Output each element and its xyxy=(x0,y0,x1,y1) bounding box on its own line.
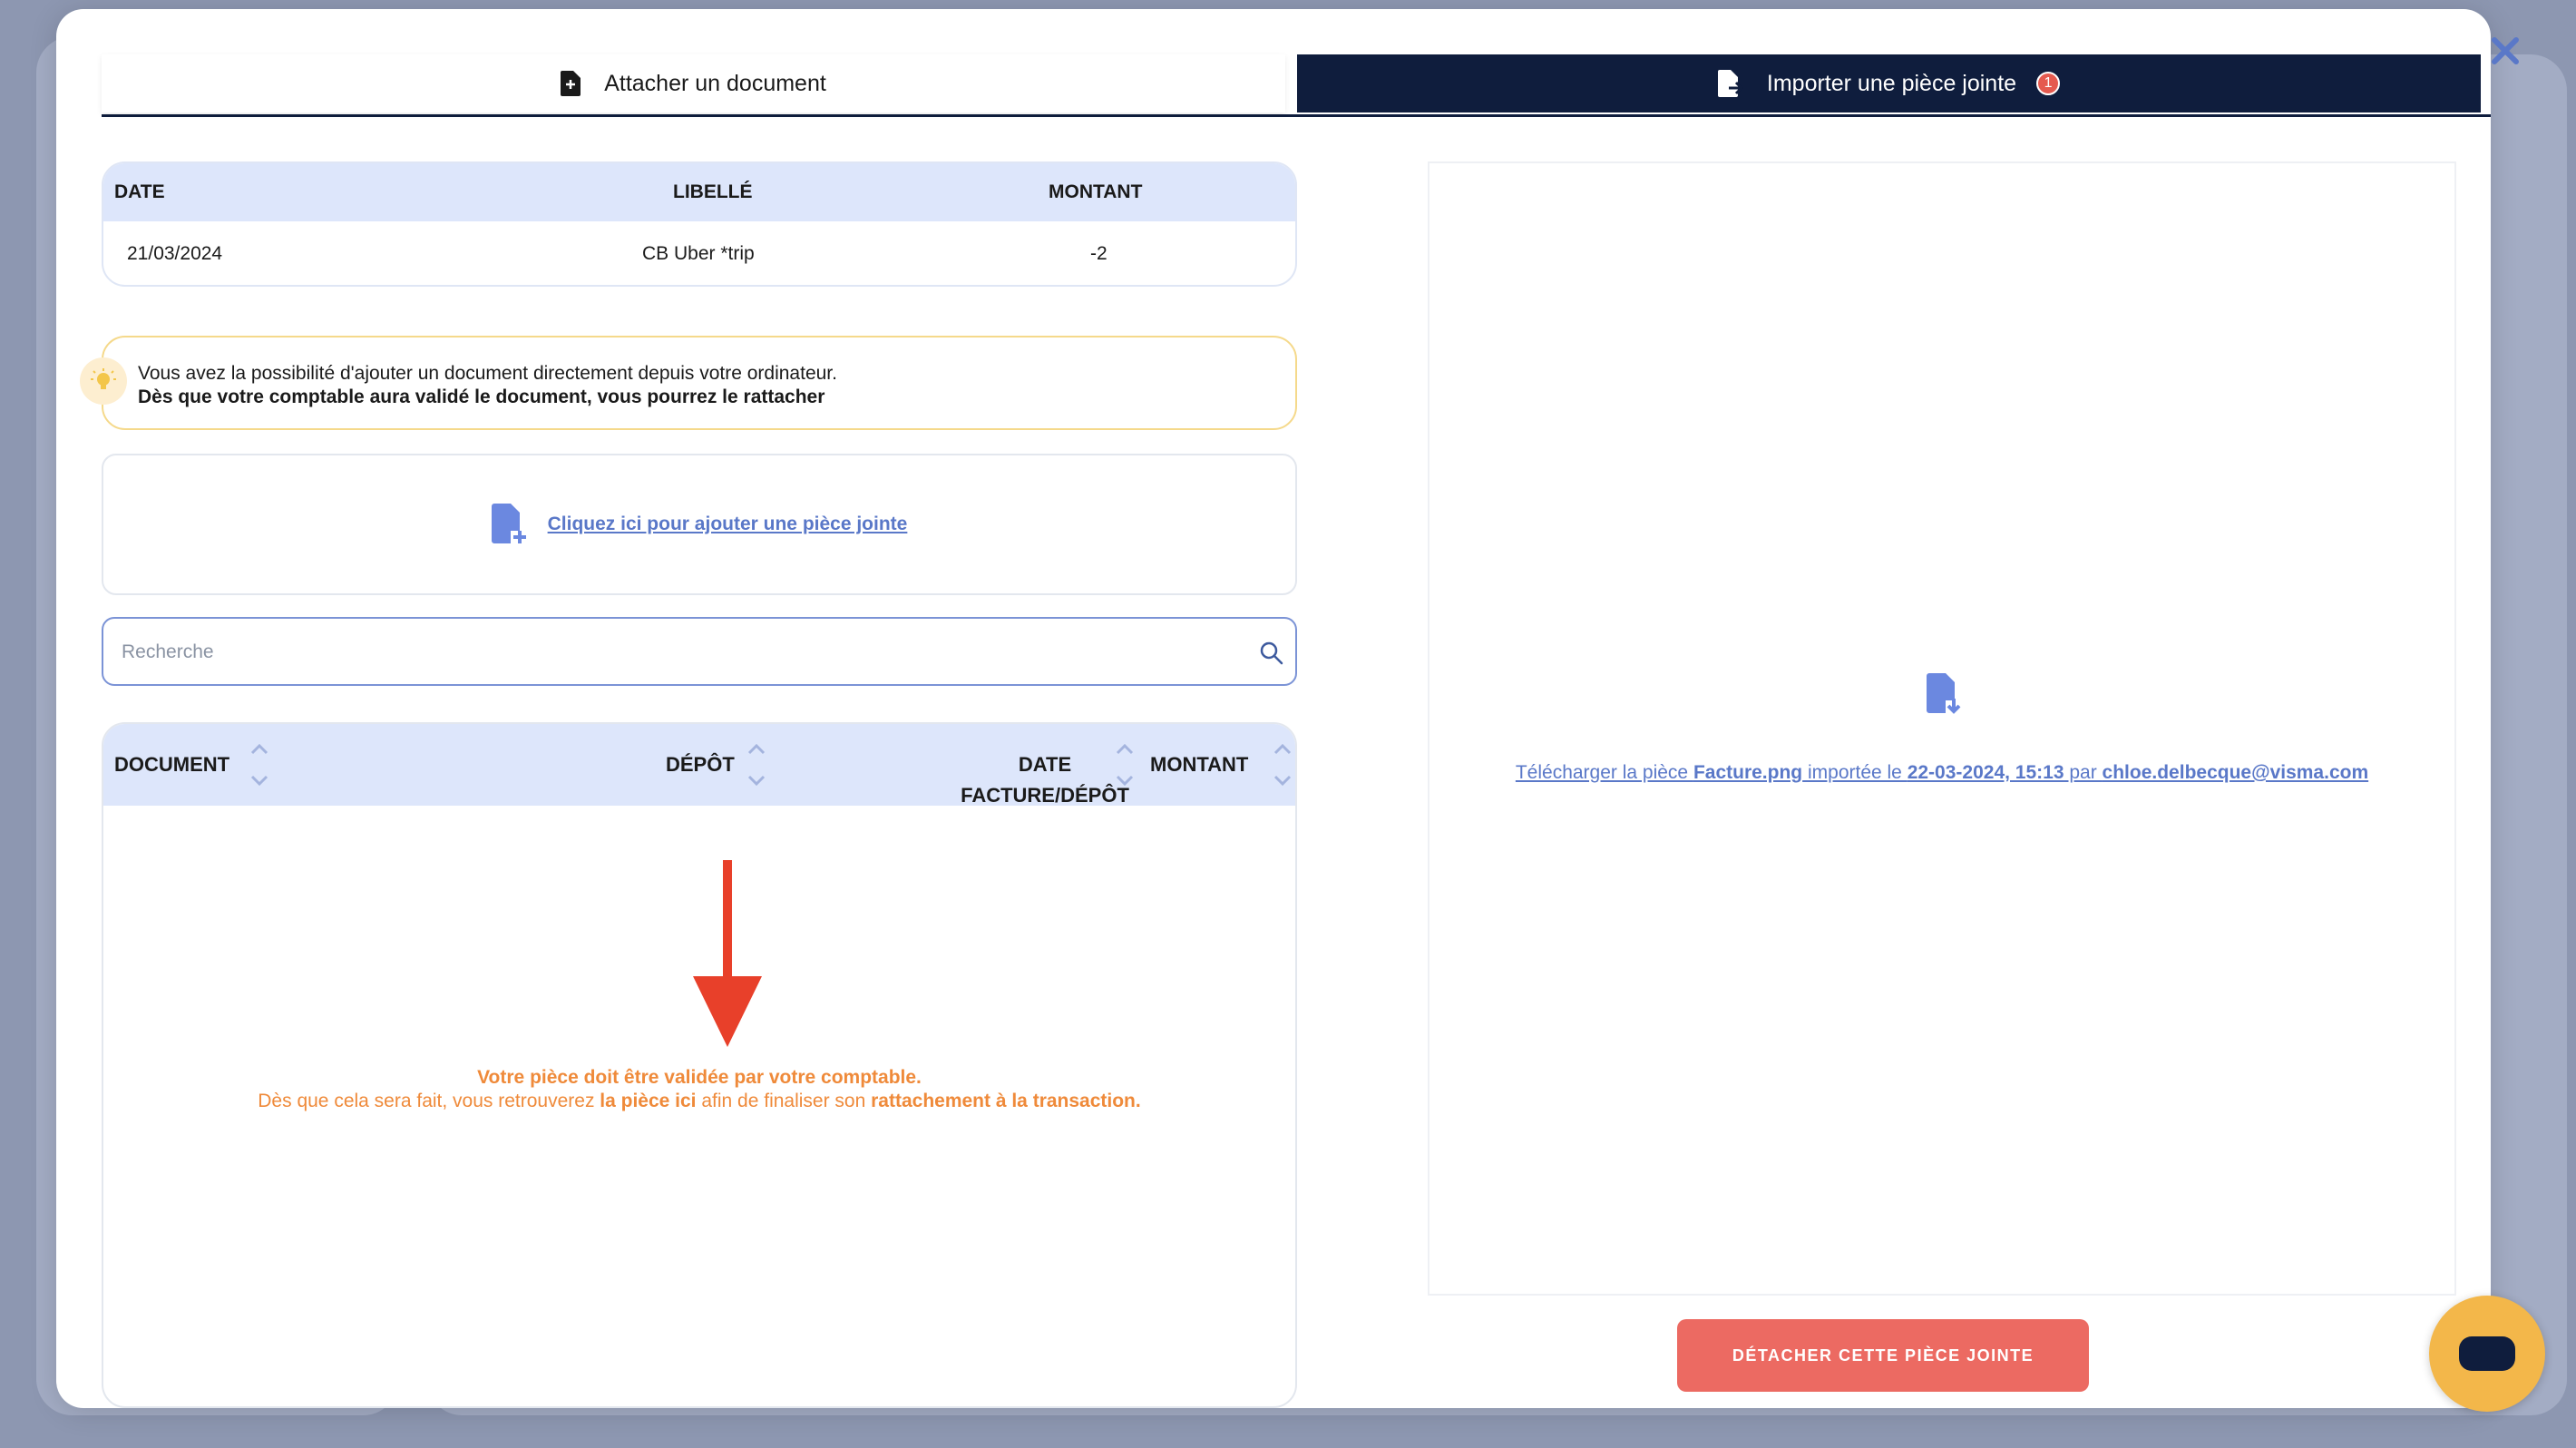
transaction-amount: -2 xyxy=(1090,243,1107,264)
detach-attachment-button[interactable]: DÉTACHER CETTE PIÈCE JOINTE xyxy=(1677,1319,2089,1392)
info-hint-box: Vous avez la possibilité d'ajouter un do… xyxy=(80,336,1297,430)
document-attach-icon xyxy=(561,71,581,96)
sort-icon[interactable] xyxy=(1272,739,1293,791)
header-depot: DÉPÔT xyxy=(666,753,735,776)
attachment-preview-panel xyxy=(1428,161,2456,1296)
sort-icon[interactable] xyxy=(249,739,270,791)
sort-icon[interactable] xyxy=(1114,739,1136,791)
validation-submessage: Dès que cela sera fait, vous retrouverez… xyxy=(258,1091,1141,1111)
transaction-date: 21/03/2024 xyxy=(127,243,223,264)
header-date: DATE xyxy=(114,181,165,202)
table-row: 21/03/2024 CB Uber *trip -2 xyxy=(103,221,1295,285)
download-attachment-link[interactable]: Télécharger la pièce Facture.png importé… xyxy=(1428,762,2456,784)
add-attachment-link[interactable]: Cliquez ici pour ajouter une pièce joint… xyxy=(548,514,908,535)
arrow-down-icon xyxy=(693,860,762,1047)
transaction-table-header: DATE LIBELLÉ MONTANT xyxy=(103,163,1295,221)
documents-table-header: DOCUMENT DÉPÔT DATE FACTURE/DÉPÔT MONTAN… xyxy=(103,724,1295,807)
tab-attach-document[interactable]: Attacher un document xyxy=(102,54,1285,113)
chat-button[interactable] xyxy=(2429,1296,2545,1412)
validation-message: Votre pièce doit être validée par votre … xyxy=(477,1067,922,1088)
lightbulb-icon xyxy=(80,357,127,405)
upload-dropzone[interactable]: Cliquez ici pour ajouter une pièce joint… xyxy=(102,454,1297,595)
header-date-line2: FACTURE/DÉPÔT xyxy=(961,784,1129,807)
hint-text: Vous avez la possibilité d'ajouter un do… xyxy=(138,363,837,384)
transaction-table: DATE LIBELLÉ MONTANT 21/03/2024 CB Uber … xyxy=(102,161,1297,287)
header-document: DOCUMENT xyxy=(114,753,230,776)
file-add-icon xyxy=(491,504,526,543)
tab-attach-label: Attacher un document xyxy=(604,70,826,96)
document-import-icon xyxy=(1717,70,1743,97)
header-amount: MONTANT xyxy=(1150,753,1249,776)
tab-import-label: Importer une pièce jointe xyxy=(1766,70,2017,96)
search-box xyxy=(102,617,1297,686)
documents-table: DOCUMENT DÉPÔT DATE FACTURE/DÉPÔT MONTAN… xyxy=(102,722,1297,1408)
hint-text-bold: Dès que votre comptable aura validé le d… xyxy=(138,386,825,407)
header-date-line1: DATE xyxy=(1018,753,1072,776)
transaction-label: CB Uber *trip xyxy=(642,243,755,264)
close-icon[interactable] xyxy=(2487,33,2523,69)
sort-icon[interactable] xyxy=(746,739,767,791)
tab-bar: Attacher un document Importer une pièce … xyxy=(102,54,2491,117)
tab-import-attachment[interactable]: Importer une pièce jointe 1 xyxy=(1297,54,2481,113)
search-input[interactable] xyxy=(120,619,1230,686)
header-label: LIBELLÉ xyxy=(673,181,753,202)
file-download-icon[interactable] xyxy=(1927,673,1963,715)
notification-badge: 1 xyxy=(2036,72,2061,95)
search-icon[interactable] xyxy=(1259,641,1284,666)
chat-icon xyxy=(2459,1336,2515,1371)
header-amount: MONTANT xyxy=(1049,181,1143,202)
